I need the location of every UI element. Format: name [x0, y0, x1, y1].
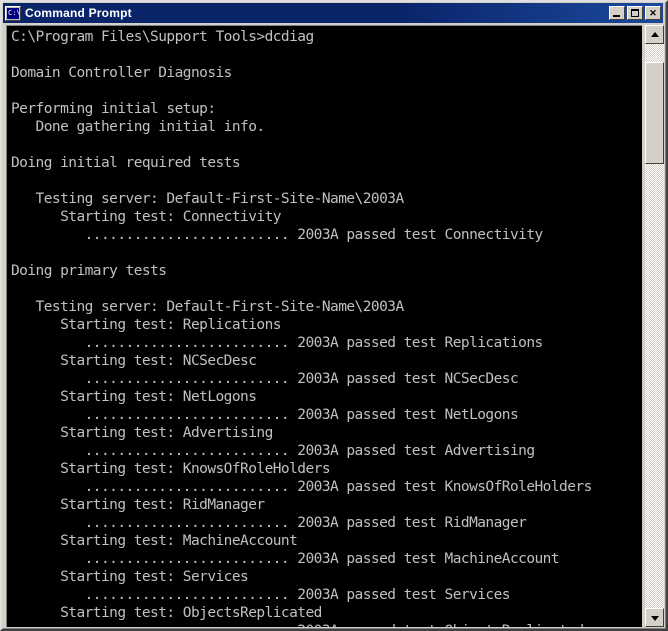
- close-button[interactable]: ✕: [645, 6, 661, 20]
- maximize-button[interactable]: [627, 6, 643, 20]
- chevron-up-icon: [650, 31, 659, 37]
- scrollbar-track[interactable]: [645, 44, 664, 608]
- command-prompt-icon[interactable]: C:\: [5, 5, 21, 21]
- scroll-up-button[interactable]: [645, 25, 664, 44]
- scrollbar-thumb[interactable]: [645, 62, 664, 164]
- console-text: C:\Program Files\Support Tools>dcdiag Do…: [11, 29, 592, 627]
- window-title: Command Prompt: [25, 6, 132, 20]
- command-prompt-window: C:\ Command Prompt ✕ C:\Program Files\Su…: [0, 0, 668, 631]
- chevron-down-icon: [650, 615, 659, 621]
- command-prompt-icon-glyph: C:\: [7, 7, 19, 19]
- minimize-icon: [610, 7, 624, 19]
- scroll-down-button[interactable]: [645, 608, 664, 627]
- titlebar[interactable]: C:\ Command Prompt ✕: [3, 3, 663, 23]
- console-output-area[interactable]: C:\Program Files\Support Tools>dcdiag Do…: [6, 25, 642, 627]
- close-icon: ✕: [649, 8, 657, 18]
- maximize-icon: [628, 7, 642, 19]
- minimize-button[interactable]: [609, 6, 625, 20]
- window-controls: ✕: [609, 6, 661, 20]
- vertical-scrollbar[interactable]: [644, 24, 665, 628]
